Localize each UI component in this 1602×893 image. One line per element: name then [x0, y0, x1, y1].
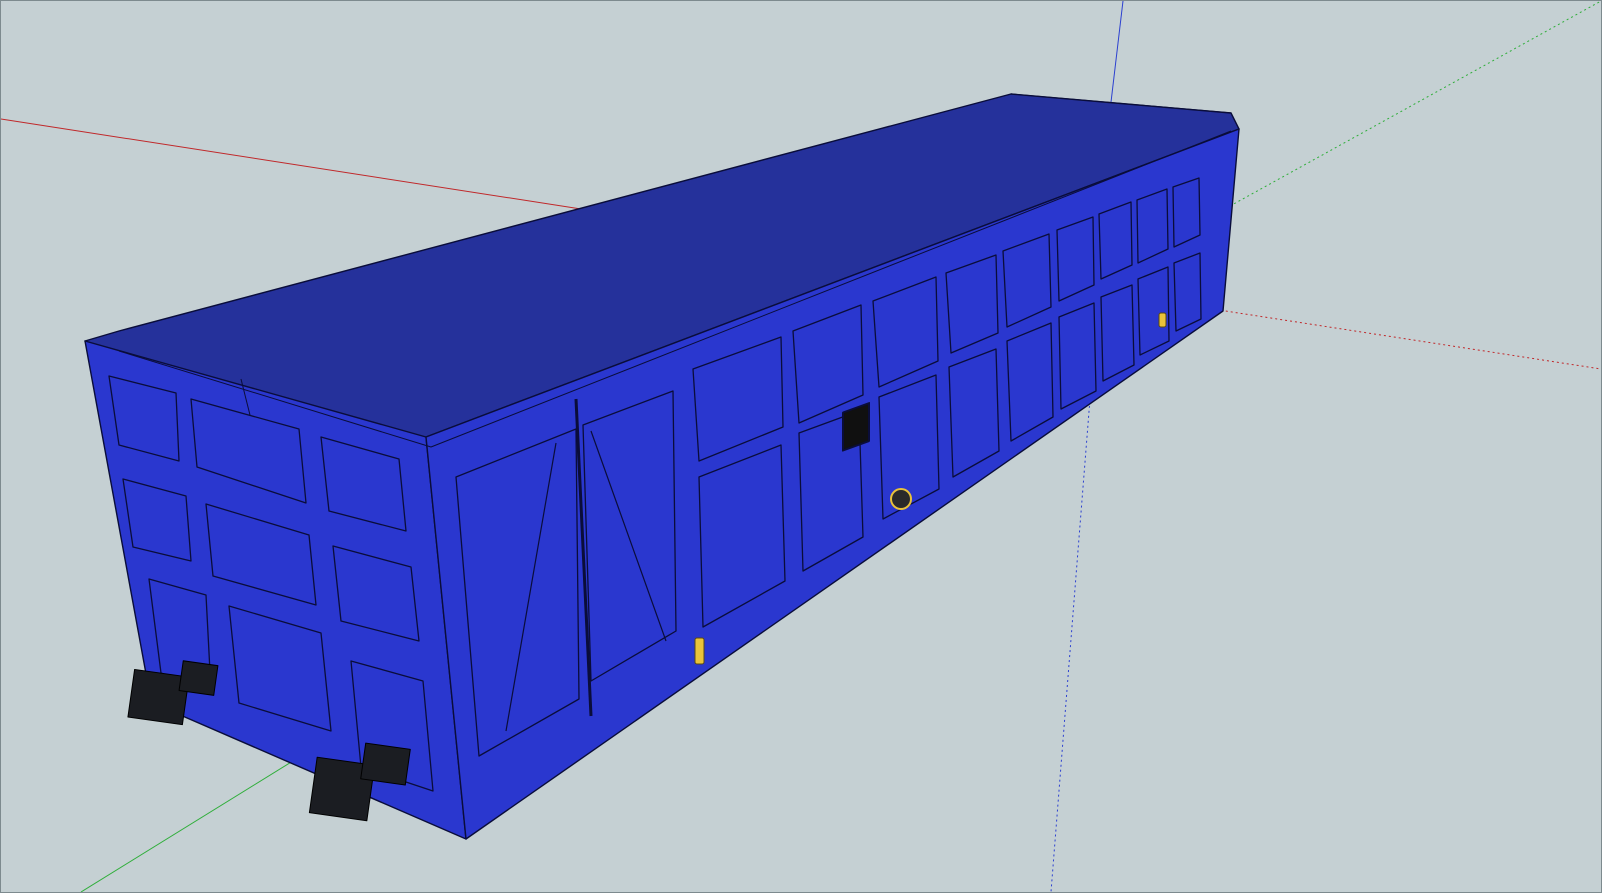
handwheel-icon: [890, 488, 912, 510]
buffer-left-stem: [178, 660, 219, 696]
bracket-icon: [694, 637, 705, 665]
green-axis-dotted: [1220, 1, 1601, 212]
modeling-viewport[interactable]: [0, 0, 1602, 893]
green-axis-solid: [80, 755, 302, 892]
wagon-model[interactable]: [84, 93, 1240, 840]
red-axis-solid: [1, 118, 582, 210]
red-axis-dotted: [1205, 307, 1601, 370]
buffer-left-head: [127, 668, 190, 726]
bracket-icon-2: [1158, 312, 1167, 328]
scene-canvas[interactable]: [1, 1, 1601, 892]
side-window: [842, 402, 870, 452]
buffer-right-stem: [360, 742, 411, 786]
blue-axis-dotted: [1050, 360, 1094, 892]
blue-axis-solid: [1108, 1, 1124, 120]
